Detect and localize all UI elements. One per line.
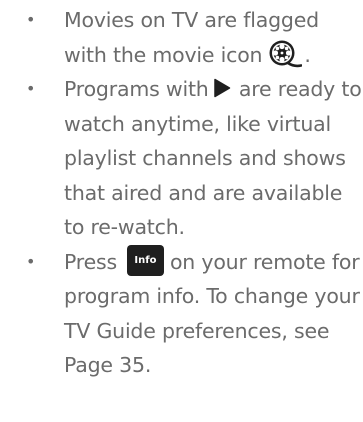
list-item-movies: • Movies on TV are flagged with the movi… bbox=[0, 3, 363, 72]
programs-text-rest: are ready to watch anytime, like virtual… bbox=[64, 77, 362, 239]
list-item-programs: • Programs with are ready to watch anyti… bbox=[0, 72, 363, 245]
instruction-list: • Movies on TV are flagged with the movi… bbox=[0, 3, 363, 383]
bullet-marker: • bbox=[26, 10, 36, 29]
list-item-info: • Press Info on your remote for program in… bbox=[0, 245, 363, 383]
movie-reel-icon bbox=[269, 40, 303, 67]
info-button-icon: Info bbox=[126, 245, 164, 276]
play-triangle-icon bbox=[213, 78, 230, 98]
movies-text-end: . bbox=[304, 42, 311, 67]
press-text: Press bbox=[64, 249, 117, 274]
bullet-marker: • bbox=[26, 251, 36, 271]
programs-text: Programs with bbox=[64, 77, 209, 101]
bullet-marker: • bbox=[26, 79, 36, 98]
